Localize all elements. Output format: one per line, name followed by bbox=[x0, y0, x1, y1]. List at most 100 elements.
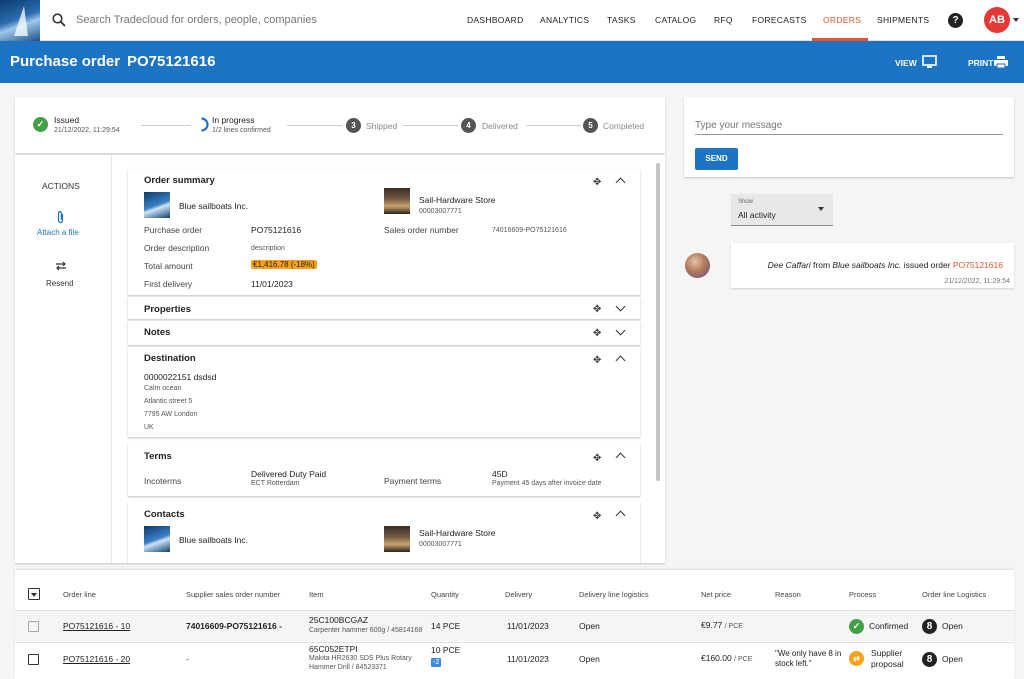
column-header[interactable]: Order line Logistics bbox=[922, 590, 986, 599]
caret-down-icon[interactable] bbox=[1013, 18, 1019, 22]
payment-terms-desc: Payment 45 days after invoice date bbox=[492, 480, 602, 487]
purchase-order-label: Purchase order bbox=[144, 225, 203, 235]
chevron-up-icon[interactable] bbox=[615, 177, 626, 188]
move-icon[interactable]: ✥ bbox=[593, 304, 601, 315]
table-row[interactable]: PO75121616 - 10 74016609-PO75121616 - 25… bbox=[15, 611, 1014, 641]
price-unit: / PCE bbox=[724, 623, 743, 630]
view-label: VIEW bbox=[895, 58, 917, 68]
message-input[interactable] bbox=[695, 117, 1003, 135]
contact-buyer-name: Blue sailboats Inc. bbox=[179, 535, 248, 545]
properties-section[interactable]: Properties ✥ bbox=[128, 297, 640, 319]
actions-column: ACTIONS Attach a file Resend bbox=[15, 155, 112, 563]
column-header[interactable]: Reason bbox=[775, 590, 801, 599]
tradecloud-logo[interactable] bbox=[0, 0, 40, 41]
buyer-logo bbox=[144, 526, 170, 552]
description-label: Order description bbox=[144, 243, 210, 253]
net-price-value: €160.00 bbox=[701, 653, 732, 663]
check-icon: ✓ bbox=[33, 117, 48, 132]
order-number-title: PO75121616 bbox=[127, 53, 216, 70]
search-input[interactable] bbox=[76, 11, 376, 29]
chevron-up-icon[interactable] bbox=[615, 355, 626, 366]
activity-time: 21/12/2022, 11:29:54 bbox=[944, 278, 1010, 285]
activity-filter-select[interactable]: Show All activity bbox=[731, 194, 833, 226]
column-header[interactable]: Process bbox=[849, 590, 876, 599]
total-amount-value: €1,416.78 (-18%) bbox=[251, 260, 317, 269]
step-connector bbox=[526, 125, 581, 126]
filter-value: All activity bbox=[738, 210, 776, 220]
nav-orders[interactable]: ORDERS bbox=[823, 15, 861, 25]
column-header[interactable]: Order line bbox=[63, 590, 96, 599]
view-button[interactable]: VIEW bbox=[884, 52, 946, 74]
destination-code: 0000022151 dsdsd bbox=[144, 372, 217, 382]
help-icon[interactable]: ? bbox=[948, 13, 963, 28]
order-summary-section: Order summary ✥ Blue sailboats Inc. Sail… bbox=[128, 169, 640, 295]
nav-dashboard[interactable]: DASHBOARD bbox=[467, 15, 524, 25]
column-header[interactable]: Delivery bbox=[505, 590, 532, 599]
terms-section: Terms ✥ Incoterms Delivered Duty Paid EC… bbox=[128, 444, 640, 496]
first-delivery-label: First delivery bbox=[144, 279, 193, 289]
nav-shipments[interactable]: SHIPMENTS bbox=[877, 15, 929, 25]
resend-button[interactable]: Resend bbox=[25, 258, 97, 290]
chevron-up-icon[interactable] bbox=[615, 510, 626, 521]
send-button[interactable]: SEND bbox=[695, 148, 738, 170]
reason-2: stock left." bbox=[775, 659, 812, 668]
printer-icon bbox=[994, 56, 1008, 68]
total-amount-label: Total amount bbox=[144, 261, 193, 271]
move-icon[interactable]: ✥ bbox=[593, 328, 601, 339]
order-line-link[interactable]: PO75121616 - 20 bbox=[63, 654, 130, 664]
step-in-progress-sub: 1/2 lines confirmed bbox=[212, 127, 271, 134]
notes-section[interactable]: Notes ✥ bbox=[128, 321, 640, 345]
column-header[interactable]: Net price bbox=[701, 590, 731, 599]
step-issued-label: Issued bbox=[54, 115, 80, 125]
row-checkbox[interactable] bbox=[28, 621, 39, 632]
process-status: Confirmed bbox=[869, 621, 909, 631]
chevron-down-icon[interactable] bbox=[615, 301, 626, 312]
dropdown-caret-icon bbox=[818, 207, 824, 211]
nav-analytics[interactable]: ANALYTICS bbox=[540, 15, 589, 25]
activity-order-link[interactable]: PO75121616 bbox=[953, 260, 1003, 270]
nav-rfq[interactable]: RFQ bbox=[714, 15, 733, 25]
search-icon[interactable] bbox=[52, 13, 66, 27]
repeat-icon bbox=[56, 261, 66, 271]
step-number: 4 bbox=[461, 118, 476, 133]
step-completed-label: Completed bbox=[603, 121, 645, 131]
activity-text: issued order bbox=[901, 260, 953, 270]
move-icon[interactable]: ✥ bbox=[593, 355, 601, 366]
row-checkbox[interactable] bbox=[28, 654, 39, 665]
column-header[interactable]: Delivery line logistics bbox=[579, 590, 649, 599]
select-all-checkbox[interactable] bbox=[28, 588, 40, 600]
description-value: description bbox=[251, 245, 285, 252]
column-header[interactable]: Item bbox=[309, 590, 324, 599]
order-summary-title: Order summary bbox=[144, 175, 215, 186]
buyer-name: Blue sailboats Inc. bbox=[179, 201, 248, 211]
supplier-so-number: - bbox=[186, 654, 189, 664]
incoterms-place: ECT Rotterdam bbox=[251, 480, 300, 487]
column-header[interactable]: Quantity bbox=[431, 590, 459, 599]
attach-file-button[interactable]: Attach a file bbox=[25, 208, 97, 242]
net-price: €9.77 / PCE bbox=[701, 620, 743, 630]
column-header[interactable]: Supplier sales order number bbox=[186, 590, 280, 599]
supplier-proposal-icon: ⇄ bbox=[849, 651, 864, 666]
chevron-up-icon[interactable] bbox=[615, 452, 626, 463]
paperclip-icon bbox=[57, 211, 64, 224]
nav-forecasts[interactable]: FORECASTS bbox=[752, 15, 807, 25]
process-status-2: proposal bbox=[871, 659, 904, 669]
resend-label: Resend bbox=[46, 279, 74, 288]
user-avatar[interactable]: AB bbox=[984, 7, 1010, 33]
move-icon[interactable]: ✥ bbox=[593, 453, 601, 464]
payment-terms-value: 45D bbox=[492, 469, 508, 479]
monitor-icon bbox=[922, 55, 937, 68]
move-icon[interactable]: ✥ bbox=[593, 511, 601, 522]
nav-catalog[interactable]: CATALOG bbox=[655, 15, 696, 25]
user-avatar bbox=[685, 253, 710, 278]
chevron-down-icon[interactable] bbox=[615, 325, 626, 336]
order-line-link[interactable]: PO75121616 - 10 bbox=[63, 621, 130, 631]
scrollbar[interactable] bbox=[656, 163, 660, 481]
print-button[interactable]: PRINT bbox=[956, 52, 1016, 74]
quantity: 10 PCE bbox=[431, 645, 461, 655]
check-circle-icon: ✓ bbox=[849, 619, 864, 634]
move-icon[interactable]: ✥ bbox=[593, 177, 601, 188]
destination-line: UK bbox=[144, 424, 154, 431]
nav-tasks[interactable]: TASKS bbox=[607, 15, 636, 25]
table-row[interactable]: PO75121616 - 20 - 65C052ETPI Makita HR26… bbox=[15, 643, 1014, 677]
